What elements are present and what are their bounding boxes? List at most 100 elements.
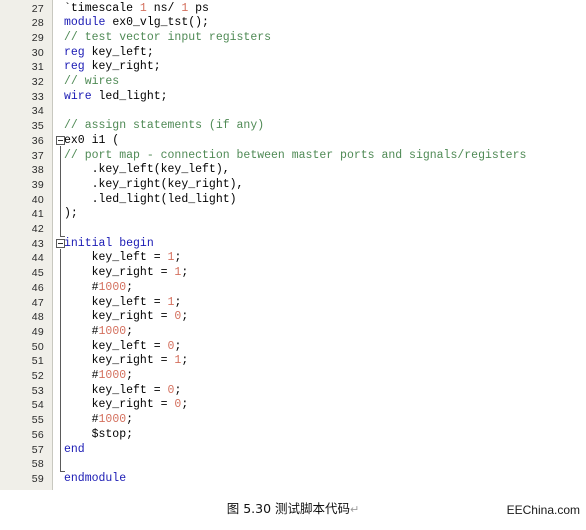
figure-caption-text: 图 5.30 测试脚本代码 [226, 501, 351, 516]
code-line-text: wire led_light; [64, 90, 168, 105]
code-line[interactable]: 30 reg key_left; [0, 46, 586, 61]
code-line[interactable]: 46 #1000; [0, 281, 586, 296]
fold-guide-line [60, 248, 61, 472]
code-line[interactable]: 44 key_left = 1; [0, 251, 586, 266]
code-line[interactable]: 34 [0, 104, 586, 119]
code-line[interactable]: 52 #1000; [0, 369, 586, 384]
line-number: 49 [31, 325, 44, 338]
line-number: 33 [31, 90, 44, 103]
code-token: key_left = [64, 295, 168, 309]
line-number: 36 [31, 134, 44, 147]
line-number: 47 [31, 296, 44, 309]
code-token: # [64, 413, 99, 427]
fold-collapse-icon[interactable] [56, 239, 65, 249]
fold-collapse-icon[interactable] [56, 136, 65, 146]
code-token: reg [64, 60, 85, 74]
line-number: 32 [31, 76, 44, 88]
code-line-text: key_right = 1; [64, 266, 189, 281]
code-token: ; [181, 266, 189, 280]
code-line-text: // port map - connection between master … [64, 149, 526, 164]
code-token: 1000 [98, 369, 127, 382]
code-token: ; [126, 369, 134, 382]
line-number: 42 [31, 223, 44, 235]
code-line-text: #1000; [64, 413, 133, 428]
code-token: wire [64, 89, 92, 103]
code-line[interactable]: 38 .key_left(key_left), [0, 163, 586, 178]
code-token: key_left; [84, 45, 154, 59]
code-token: ; [174, 383, 182, 397]
code-token: ; [174, 339, 182, 353]
code-line[interactable]: 55 #1000; [0, 413, 586, 428]
code-line[interactable]: 31 reg key_right; [0, 60, 586, 75]
code-token: led_light; [91, 89, 168, 103]
code-line[interactable]: 56 $stop; [0, 428, 586, 443]
code-token: # [64, 369, 99, 382]
code-line-text: module ex0_vlg_tst(); [64, 16, 209, 31]
code-line[interactable]: 59 endmodule [0, 472, 586, 487]
code-line[interactable]: 27 `timescale 1 ns/ 1 ps [0, 2, 586, 17]
code-token: endmodule [64, 471, 127, 485]
line-number: 50 [31, 340, 44, 353]
line-number: 54 [31, 399, 44, 412]
code-line[interactable]: 48 key_right = 0; [0, 310, 586, 325]
code-editor-pane[interactable]: 27 `timescale 1 ns/ 1 ps 28 module ex0_vlg_… [0, 0, 586, 490]
code-token: ; [174, 295, 182, 309]
line-number: 41 [31, 208, 44, 221]
code-token: ps [188, 1, 209, 15]
code-line-text: #1000; [64, 281, 133, 296]
code-line[interactable]: 45 key_right = 1; [0, 266, 586, 281]
code-line[interactable]: 32 // wires [0, 75, 586, 90]
code-line[interactable]: 33 wire led_light; [0, 90, 586, 105]
code-token: module [64, 16, 106, 30]
code-line[interactable]: 36 ex0 i1 ( [0, 134, 586, 149]
fold-guide-foot [60, 236, 65, 237]
code-line[interactable]: 40 .led_light(led_light) [0, 193, 586, 208]
code-token: $stop; [64, 427, 134, 441]
code-token: 1000 [98, 324, 127, 338]
code-line-text: key_right = 0; [64, 310, 189, 325]
code-token: ns/ [146, 1, 182, 15]
line-number: 56 [31, 428, 44, 441]
line-number: 52 [31, 370, 44, 382]
line-number: 58 [31, 458, 44, 471]
code-line[interactable]: 53 key_left = 0; [0, 384, 586, 399]
code-line[interactable]: 42 [0, 222, 586, 237]
line-number: 37 [31, 149, 44, 162]
code-line[interactable]: 37 // port map - connection between maste… [0, 149, 586, 164]
line-number: 34 [31, 105, 44, 118]
code-line-text: $stop; [64, 428, 133, 443]
code-line-text: ex0 i1 ( [64, 134, 119, 149]
code-token: ; [181, 398, 189, 412]
line-number: 43 [31, 237, 44, 250]
code-line[interactable]: 58 [0, 457, 586, 472]
code-token: .key_right(key_right), [64, 177, 244, 191]
code-line-text: reg key_left; [64, 46, 154, 61]
code-token: key_right = [64, 310, 175, 324]
fold-guide-foot [60, 471, 65, 473]
code-line[interactable]: 49 #1000; [0, 325, 586, 340]
line-number: 30 [31, 46, 44, 59]
code-line[interactable]: 51 key_right = 1; [0, 354, 586, 369]
code-line-text: // test vector input registers [64, 31, 271, 46]
code-token: key_right; [84, 60, 161, 74]
code-line[interactable]: 29 // test vector input registers [0, 31, 586, 46]
code-line[interactable]: 39 .key_right(key_right), [0, 178, 586, 193]
code-line[interactable]: 57 end [0, 443, 586, 458]
code-token: key_right = [64, 354, 175, 368]
code-line[interactable]: 50 key_left = 0; [0, 340, 586, 355]
figure-caption: 图 5.30 测试脚本代码↵ [0, 498, 586, 517]
code-line-text: #1000; [64, 325, 133, 340]
code-line-text: .led_light(led_light) [64, 193, 237, 208]
code-line[interactable]: 28 module ex0_vlg_tst(); [0, 16, 586, 31]
line-number: 38 [31, 164, 44, 177]
code-token: key_left = [64, 251, 168, 265]
code-token: key_left = [64, 339, 168, 353]
code-line-text: #1000; [64, 369, 133, 384]
code-line[interactable]: 47 key_left = 1; [0, 296, 586, 311]
code-line[interactable]: 43 initial begin [0, 237, 586, 252]
code-line[interactable]: 54 key_right = 0; [0, 398, 586, 413]
code-token: ; [174, 251, 182, 265]
code-line[interactable]: 35 // assign statements (if any) [0, 119, 586, 134]
code-line[interactable]: 41); [0, 207, 586, 222]
line-number: 51 [31, 355, 44, 368]
